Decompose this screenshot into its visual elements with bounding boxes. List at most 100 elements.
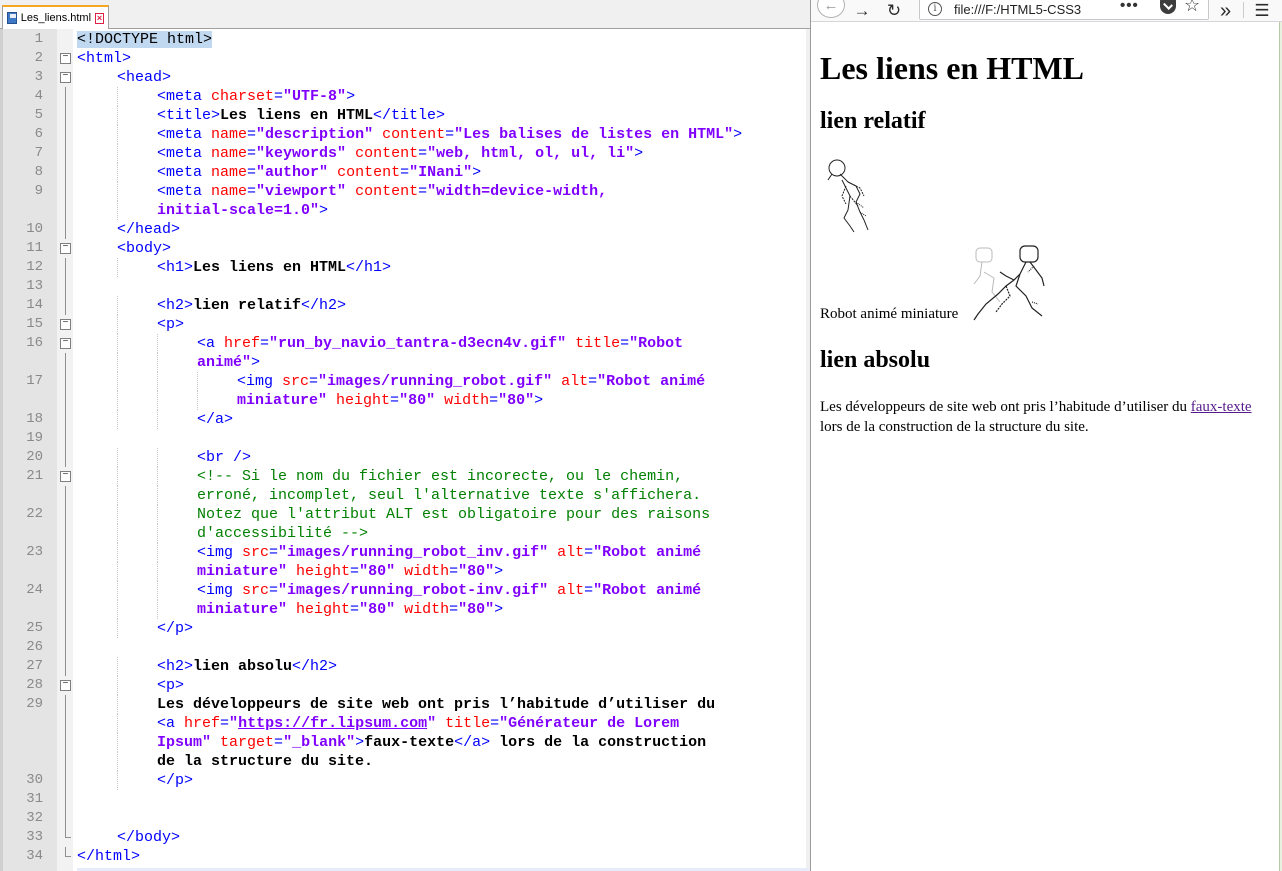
code-token: <img — [197, 544, 243, 561]
code-text[interactable]: <title>Les liens en HTML</title> — [157, 106, 445, 125]
line-number: 2 — [34, 50, 43, 66]
code-text[interactable]: <html> — [77, 49, 131, 68]
info-icon[interactable]: i — [928, 2, 942, 16]
code-token: = — [620, 335, 630, 352]
code-text[interactable]: </p> — [157, 771, 193, 790]
code-text[interactable]: <head> — [117, 68, 171, 87]
code-text[interactable]: <a href="run_by_navio_tantra-d3ecn4v.gif… — [197, 334, 683, 353]
code-text[interactable]: </head> — [117, 220, 180, 239]
code-text[interactable]: <meta name="description" content="Les ba… — [157, 125, 742, 144]
tab-les-liens[interactable]: Les_liens.html × — [2, 5, 109, 29]
code-token: = — [418, 145, 428, 162]
code-text[interactable]: miniature" height="80" width="80"> — [237, 391, 543, 410]
forward-button[interactable]: → — [851, 0, 873, 22]
code-text[interactable]: <body> — [117, 239, 171, 258]
code-line: 21 − <!-- Si le nom du fichier est incorec… — [3, 467, 809, 486]
pocket-icon[interactable] — [1160, 0, 1176, 14]
code-text[interactable]: <p> — [157, 315, 184, 334]
code-token: lors de la construction — [490, 734, 707, 751]
arrow-right-icon: → — [853, 1, 871, 20]
page-title: Les liens en HTML — [820, 50, 1085, 86]
code-line: <a href="https://fr.lipsum.com" title="G… — [3, 714, 809, 733]
code-text[interactable]: erroné, incomplet, seul l'alternative te… — [197, 486, 701, 505]
code-token: <p> — [157, 316, 185, 333]
code-line: 28 − <p> — [3, 676, 809, 695]
code-text[interactable]: <h2>lien absolu</h2> — [157, 657, 337, 676]
code-token: width — [404, 563, 450, 580]
code-text[interactable]: <p> — [157, 676, 184, 695]
back-button[interactable]: ← — [817, 0, 845, 18]
code-text[interactable]: miniature" height="80" width="80"> — [197, 600, 503, 619]
code-text[interactable]: Les développeurs de site web ont pris l’… — [157, 695, 715, 714]
code-text[interactable]: <meta name="keywords" content="web, html… — [157, 144, 643, 163]
page-actions-icon[interactable]: ••• — [1120, 0, 1139, 14]
code-line: miniature" height="80" width="80"> — [3, 562, 809, 581]
code-text[interactable]: </html> — [77, 847, 140, 866]
indent-guide — [197, 372, 198, 391]
code-text[interactable]: <meta name="author" content="INani"> — [157, 163, 481, 182]
code-text[interactable]: </a> — [197, 410, 233, 429]
line-number: 20 — [26, 449, 43, 465]
code-text[interactable]: <br /> — [197, 448, 251, 467]
code-line: 20 <br /> — [3, 448, 809, 467]
code-text[interactable]: de la structure du site. — [157, 752, 373, 771]
reload-button[interactable]: ↻ — [883, 0, 905, 22]
code-text[interactable]: <a href="https://fr.lipsum.com" title="G… — [157, 714, 679, 733]
indent-guide — [117, 657, 118, 676]
code-token: = — [247, 164, 257, 181]
fold-minus-icon[interactable]: − — [60, 680, 71, 691]
code-text[interactable]: <!-- Si le nom du fichier est incorecte,… — [197, 467, 683, 486]
hamburger-menu-button[interactable]: ☰ — [1251, 0, 1273, 22]
fold-minus-icon[interactable]: − — [60, 53, 71, 64]
paragraph-text-after: lors de la construction de la structure … — [820, 419, 1089, 435]
code-line: 19 — [3, 429, 809, 448]
fold-minus-icon[interactable]: − — [60, 319, 71, 330]
fold-minus-icon[interactable]: − — [60, 471, 71, 482]
code-token: = — [269, 582, 279, 599]
code-token: = — [309, 373, 319, 390]
url-text[interactable]: file:///F:/HTML5-CSS3 — [954, 2, 1104, 17]
code-text[interactable]: initial-scale=1.0"> — [157, 201, 328, 220]
code-text[interactable]: Notez que l'attribut ALT est obligatoire… — [197, 505, 710, 524]
code-text[interactable]: <img src="images/running_robot_inv.gif" … — [197, 543, 701, 562]
close-tab-icon[interactable]: × — [95, 12, 104, 24]
line-number: 8 — [34, 164, 43, 180]
bookmark-star-icon[interactable]: ☆ — [1184, 0, 1200, 16]
code-text[interactable]: <img src="images/running_robot.gif" alt=… — [237, 372, 705, 391]
code-text[interactable]: </body> — [117, 828, 180, 847]
code-token: > — [355, 734, 365, 751]
paragraph-absolu: Les développeurs de site web ont pris l’… — [820, 397, 1260, 437]
overflow-menu-button[interactable]: » — [1213, 0, 1235, 22]
fold-minus-icon[interactable]: − — [60, 338, 71, 349]
code-text[interactable]: </p> — [157, 619, 193, 638]
code-token: "description" — [256, 126, 374, 143]
code-text[interactable]: <h1>Les liens en HTML</h1> — [157, 258, 391, 277]
indent-guide — [197, 391, 198, 410]
running-robot-image-link[interactable] — [820, 156, 900, 236]
code-area[interactable]: 1 <!DOCTYPE html> 2− <html> 3− <head> 4 <meta c… — [0, 29, 809, 871]
code-token: target — [220, 734, 275, 751]
code-line: initial-scale=1.0"> — [3, 201, 809, 220]
code-text[interactable]: <h2>lien relatif</h2> — [157, 296, 346, 315]
indent-guide — [117, 543, 118, 562]
code-token: = — [400, 164, 410, 181]
code-text[interactable]: animé"> — [197, 353, 260, 372]
code-text[interactable]: miniature" height="80" width="80"> — [197, 562, 503, 581]
code-text[interactable]: <img src="images/running_robot-inv.gif" … — [197, 581, 701, 600]
code-lines: 1 <!DOCTYPE html> 2− <html> 3− <head> 4 <meta c… — [3, 30, 809, 866]
code-text[interactable]: d'accessibilité --> — [197, 524, 368, 543]
code-text[interactable]: <meta name="viewport" content="width=dev… — [157, 182, 607, 201]
code-text[interactable]: <!DOCTYPE html> — [77, 30, 213, 49]
faux-texte-link[interactable]: faux-texte — [1191, 399, 1252, 415]
code-text[interactable]: Ipsum" target="_blank">faux-texte</a> lo… — [157, 733, 706, 752]
code-line: 5 <title>Les liens en HTML</title> — [3, 106, 809, 125]
url-bar[interactable]: i file:///F:/HTML5-CSS3 ••• ☆ — [919, 0, 1209, 20]
code-text[interactable]: <meta charset="UTF-8"> — [157, 87, 355, 106]
code-token: = — [247, 126, 257, 143]
fold-minus-icon[interactable]: − — [60, 243, 71, 254]
fold-line — [65, 125, 66, 144]
code-token: height — [296, 601, 351, 618]
fold-minus-icon[interactable]: − — [60, 72, 71, 83]
